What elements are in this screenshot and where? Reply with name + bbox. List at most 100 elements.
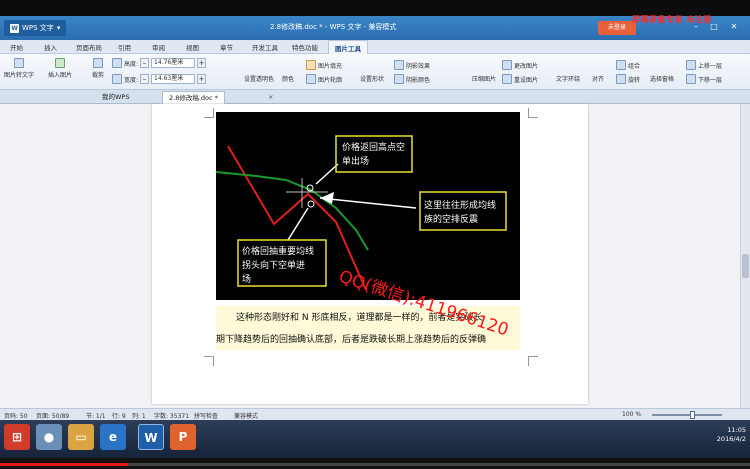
- size-icon: [112, 74, 122, 84]
- picture-to-text-label: 图片转文字: [4, 72, 35, 79]
- rotate-icon: [616, 74, 626, 84]
- tab-picture-tools[interactable]: 图片工具: [328, 40, 368, 54]
- wps-presentation-icon[interactable]: P: [170, 424, 196, 450]
- shadow-effect-button[interactable]: 阴影效果: [394, 60, 430, 70]
- rotate-button[interactable]: 旋转: [616, 74, 640, 84]
- wps-logo-icon: W: [10, 23, 19, 33]
- height-decrease-button[interactable]: –: [140, 58, 150, 68]
- status-word-count[interactable]: 字数: 35371: [154, 411, 189, 420]
- reset-picture-label: 重设图片: [514, 76, 539, 84]
- annotation-right-line1: 这里往往形成均线: [424, 199, 496, 211]
- picture-fill-button[interactable]: 图片填充: [306, 60, 342, 70]
- select-pane-button[interactable]: 选择窗格: [650, 74, 674, 83]
- tab-document[interactable]: 2.8修改稿.doc *: [162, 91, 225, 104]
- picture-text-icon: [14, 58, 24, 68]
- close-icon[interactable]: ✕: [728, 21, 740, 33]
- align-button[interactable]: 对齐: [592, 74, 604, 83]
- clock-time: 11:05: [727, 426, 746, 434]
- tab-review[interactable]: 审阅: [152, 42, 165, 52]
- picture-fill-label: 图片填充: [318, 62, 343, 70]
- tab-page-layout[interactable]: 页面布局: [76, 42, 102, 52]
- close-tab-icon[interactable]: ×: [262, 91, 279, 104]
- scrollbar-thumb[interactable]: [742, 254, 749, 278]
- screen-frame: W WPS 文字 ▾ 2.8修改稿.doc * - WPS 文字 - 兼容模式 …: [0, 0, 750, 469]
- folder-icon[interactable]: ▭: [68, 424, 94, 450]
- window-title: 2.8修改稿.doc * - WPS 文字 - 兼容模式: [270, 23, 397, 31]
- select-pane-label: 选择窗格: [650, 76, 675, 83]
- shadow-color-button[interactable]: 阴影颜色: [394, 74, 430, 84]
- insert-picture-button[interactable]: 插入图片: [48, 58, 72, 79]
- bring-forward-icon: [686, 60, 696, 70]
- zoom-slider-handle[interactable]: [690, 411, 695, 419]
- tab-chapter[interactable]: 章节: [220, 42, 233, 52]
- zoom-slider[interactable]: [652, 414, 722, 416]
- tab-developer[interactable]: 开发工具: [252, 42, 278, 52]
- width-label: 宽度:: [124, 76, 139, 84]
- picture-to-text-button[interactable]: 图片转文字: [4, 58, 34, 79]
- page-corner-mark: [204, 356, 214, 366]
- insert-picture-icon: [55, 58, 65, 68]
- height-input[interactable]: 14.76厘米: [151, 58, 196, 68]
- windows-taskbar: ⊞ ● ▭ e W P 11:05 2016/4/2: [0, 420, 750, 458]
- change-picture-button[interactable]: 更改图片: [502, 60, 538, 70]
- reset-picture-button[interactable]: 重设图片: [502, 74, 538, 84]
- tab-insert[interactable]: 插入: [44, 42, 57, 52]
- app-menu-label: WPS 文字: [22, 24, 54, 32]
- login-button[interactable]: 未登录: [598, 21, 636, 35]
- set-transparent-label: 设置透明色: [244, 76, 275, 83]
- spell-check-toggle[interactable]: 拼写检查: [194, 411, 218, 420]
- width-input[interactable]: 14.63厘米: [151, 74, 196, 84]
- outline-icon: [306, 74, 316, 84]
- height-control: 高度: – 14.76厘米 +: [112, 58, 207, 68]
- tab-view[interactable]: 视图: [186, 42, 199, 52]
- send-backward-button[interactable]: 下移一层: [686, 74, 722, 84]
- tab-home[interactable]: 开始: [10, 42, 23, 52]
- paragraph-line-2[interactable]: 期下降趋势后的回抽确认底部，后者是跌破长期上涨趋势后的反弹确: [216, 330, 520, 350]
- text-wrap-button[interactable]: 文字环绕: [556, 74, 580, 83]
- app-menu-button[interactable]: W WPS 文字 ▾: [4, 20, 67, 36]
- annotation-left-line2: 拐头向下空单进: [242, 259, 305, 271]
- shadow-effect-label: 阴影效果: [406, 62, 431, 70]
- color-label: 颜色: [282, 76, 295, 83]
- wps-writer-taskbar-icon[interactable]: W: [138, 424, 164, 450]
- system-clock[interactable]: 11:05 2016/4/2: [700, 426, 746, 444]
- combine-button[interactable]: 组合: [616, 60, 640, 70]
- width-control: 宽度: – 14.63厘米 +: [112, 74, 207, 84]
- crop-icon: [93, 58, 103, 68]
- shadow-color-label: 阴影颜色: [406, 76, 431, 84]
- vertical-scrollbar[interactable]: [740, 104, 750, 408]
- reset-icon: [502, 74, 512, 84]
- change-picture-label: 更改图片: [514, 62, 539, 70]
- lock-ratio-icon[interactable]: [112, 58, 122, 68]
- crop-button[interactable]: 裁剪: [92, 58, 104, 79]
- status-bar: 页码: 50 页面: 50/89 节: 1/1 行: 9 列: 1 字数: 35…: [0, 408, 750, 420]
- start-button-icon[interactable]: ⊞: [4, 424, 30, 450]
- set-shape-label: 设置形状: [360, 76, 385, 83]
- insert-picture-label: 插入图片: [48, 72, 73, 79]
- picture-outline-button[interactable]: 图片轮廓: [306, 74, 342, 84]
- color-button[interactable]: 颜色: [282, 74, 294, 83]
- browser-icon[interactable]: e: [100, 424, 126, 450]
- video-progress-bar[interactable]: [0, 463, 750, 466]
- fill-icon: [306, 60, 316, 70]
- text-wrap-label: 文字环绕: [556, 76, 581, 83]
- compress-picture-button[interactable]: 压缩图片: [472, 74, 496, 83]
- width-increase-button[interactable]: +: [197, 74, 207, 84]
- shadow-icon: [394, 60, 404, 70]
- zoom-level[interactable]: 100 %: [622, 411, 641, 418]
- tab-references[interactable]: 引用: [118, 42, 131, 52]
- media-app-icon[interactable]: ●: [36, 424, 62, 450]
- set-transparent-button[interactable]: 设置透明色: [244, 74, 274, 83]
- status-compat-mode: 兼容模式: [234, 413, 259, 420]
- tab-features[interactable]: 特色功能: [292, 42, 318, 52]
- bring-forward-button[interactable]: 上移一层: [686, 60, 722, 70]
- status-page: 页码: 50: [4, 413, 28, 420]
- width-decrease-button[interactable]: –: [140, 74, 150, 84]
- status-pages: 页面: 50/89: [36, 413, 70, 420]
- tab-my-wps[interactable]: 我的WPS: [96, 91, 135, 104]
- set-shape-button[interactable]: 设置形状: [360, 74, 384, 83]
- height-increase-button[interactable]: +: [197, 58, 207, 68]
- status-col: 列: 1: [132, 413, 146, 420]
- change-picture-icon: [502, 60, 512, 70]
- annotation-top-line1: 价格返回高点空: [342, 141, 405, 153]
